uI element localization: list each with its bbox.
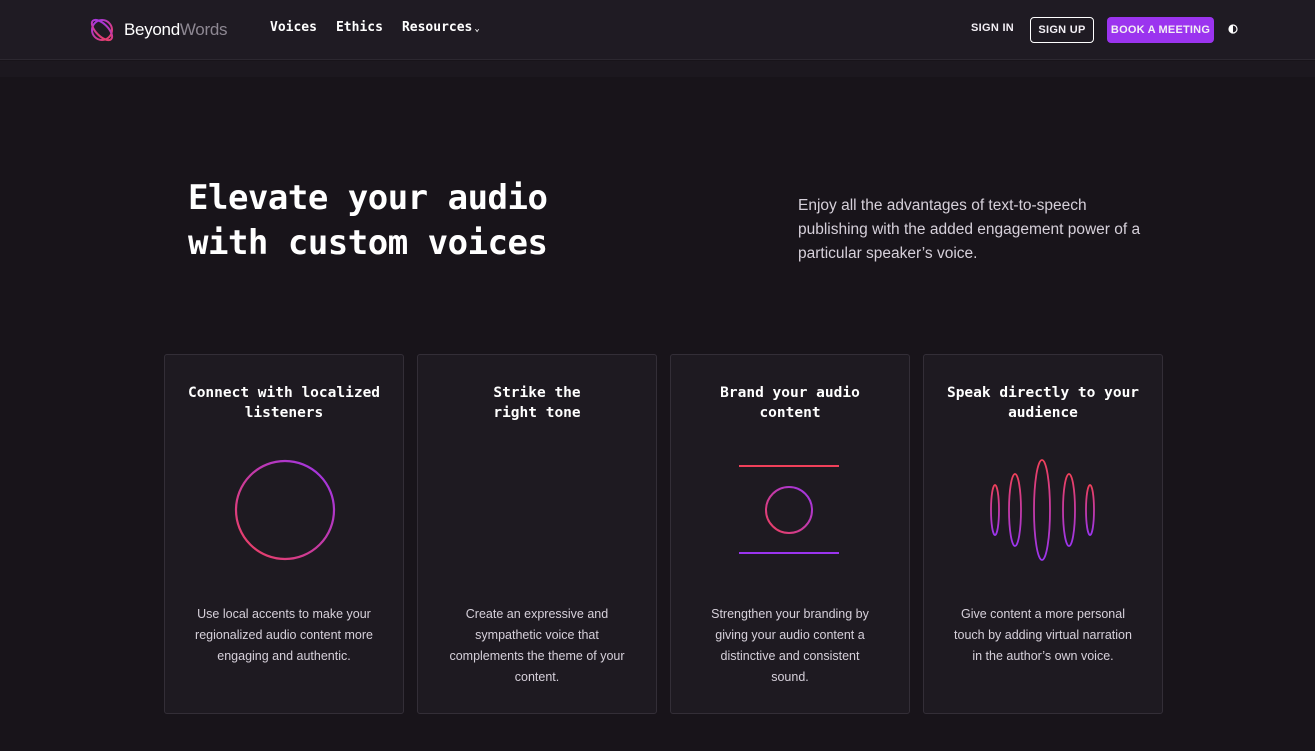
framed-circle-icon xyxy=(739,460,839,559)
circle-icon xyxy=(234,459,336,561)
feature-card-tone: Strike the right tone Create an expressiv… xyxy=(417,354,657,714)
brand-name: BeyondWords xyxy=(124,20,228,39)
feature-card-brand: Brand your audio content Strengthen your … xyxy=(670,354,910,714)
waveform-icon xyxy=(990,459,1095,561)
chevron-down-icon: ⌄ xyxy=(474,24,480,34)
main-nav: Voices Ethics Resources ⌄ xyxy=(270,20,499,35)
feature-card-audience: Speak directly to your audience Give cont… xyxy=(923,354,1163,714)
secondary-bar xyxy=(0,61,1315,77)
feature-description: Give content a more personal touch by ad… xyxy=(954,607,1132,663)
cross-icon xyxy=(488,459,588,561)
hero-title: Elevate your audio with custom voices xyxy=(188,178,548,263)
brand-logo[interactable]: BeyondWords xyxy=(88,16,227,44)
feature-title: Speak directly to your audience xyxy=(946,385,1140,421)
nav-resources[interactable]: Resources ⌄ xyxy=(402,20,480,35)
beyondwords-logo-icon xyxy=(90,18,114,42)
feature-title: Brand your audio content xyxy=(720,385,860,421)
feature-title: Strike the right tone xyxy=(493,385,581,421)
feature-description: Create an expressive and sympathetic voi… xyxy=(449,607,625,684)
sign-up-button[interactable]: SIGN UP xyxy=(1030,17,1094,43)
feature-description: Strengthen your branding by giving your … xyxy=(711,607,869,684)
nav-voices[interactable]: Voices xyxy=(270,20,317,35)
feature-title: Connect with localized listeners xyxy=(187,385,381,421)
hero-description: Enjoy all the advantages of text-to-spee… xyxy=(798,197,1141,262)
feature-card-localized: Connect with localized listeners Use loca… xyxy=(164,354,404,714)
theme-toggle-icon[interactable] xyxy=(1228,24,1238,34)
book-meeting-button[interactable]: BOOK A MEETING xyxy=(1107,17,1214,43)
nav-ethics[interactable]: Ethics xyxy=(336,20,383,35)
top-navigation-bar: BeyondWords Voices Ethics Resources ⌄ SIG… xyxy=(0,0,1315,60)
feature-description: Use local accents to make your regionali… xyxy=(195,607,373,663)
sign-in-link[interactable]: SIGN IN xyxy=(971,22,1014,34)
